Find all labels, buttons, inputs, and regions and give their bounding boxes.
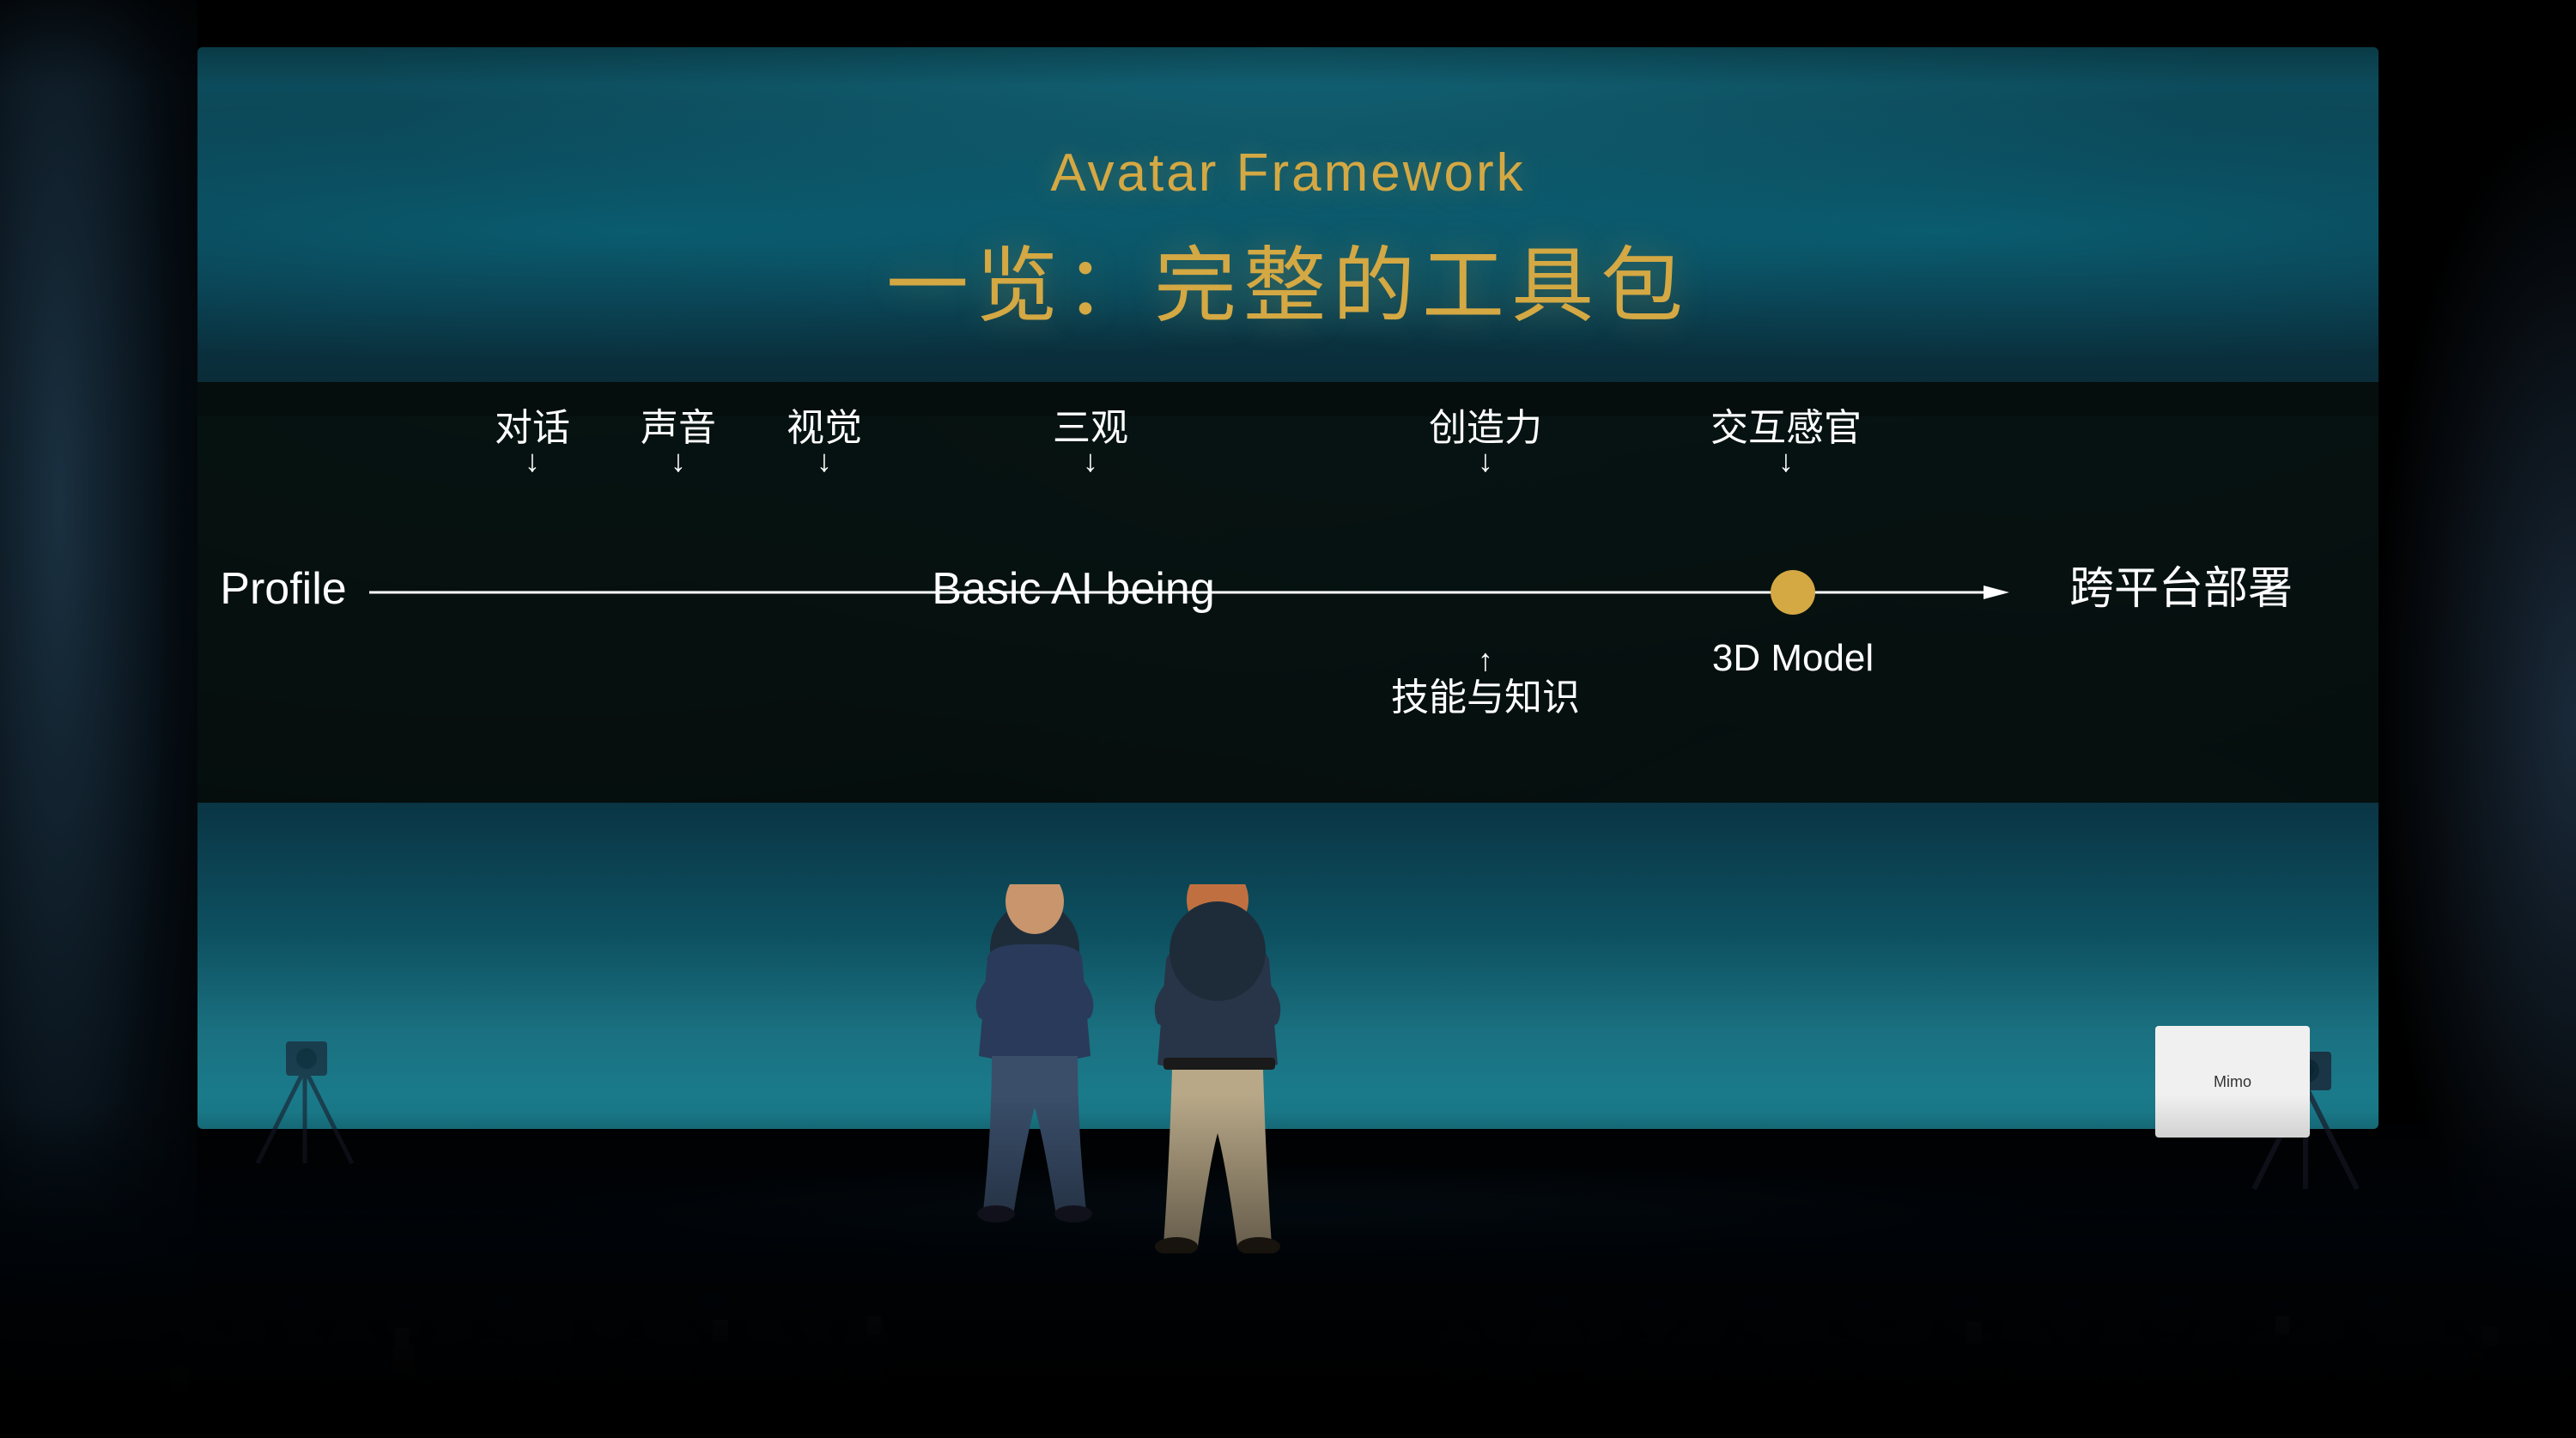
arrow-jineng: ↑ bbox=[1478, 642, 1493, 677]
framework-diagram: 对话 ↓ 声音 ↓ 视觉 ↓ 三观 ↓ 创造力 ↓ 交互感官 ↓ bbox=[197, 382, 2379, 803]
timeline-dot bbox=[1771, 570, 1815, 615]
diagram-area: 对话 ↓ 声音 ↓ 视觉 ↓ 三观 ↓ 创造力 ↓ 交互感官 ↓ bbox=[197, 382, 2379, 803]
label-3d-model: 3D Model bbox=[1712, 637, 1874, 679]
title-chinese: 一览：完整的工具包 bbox=[886, 219, 1690, 338]
label-basic-ai-being: Basic AI being bbox=[932, 564, 1215, 614]
label-jineng: 技能与知识 bbox=[1391, 677, 1580, 719]
bottom-fade bbox=[0, 1095, 2576, 1438]
arrow-jiaohu: ↓ bbox=[1778, 443, 1794, 478]
mimo-badge: Mimo bbox=[2214, 1073, 2251, 1091]
arrow-shijue: ↓ bbox=[817, 443, 832, 478]
timeline-arrow bbox=[1984, 586, 2009, 599]
arrow-duihua: ↓ bbox=[525, 443, 540, 478]
arrow-sanguan: ↓ bbox=[1083, 443, 1098, 478]
label-profile: Profile bbox=[220, 564, 346, 614]
title-area: Avatar Framework 一览：完整的工具包 bbox=[197, 47, 2379, 416]
top-vignette bbox=[0, 0, 2576, 86]
title-english: Avatar Framework bbox=[1050, 143, 1525, 203]
arrow-chuangzaoli: ↓ bbox=[1478, 443, 1493, 478]
label-cross-platform: 跨平台部署 bbox=[2069, 564, 2293, 614]
arrow-shengyin: ↓ bbox=[671, 443, 686, 478]
